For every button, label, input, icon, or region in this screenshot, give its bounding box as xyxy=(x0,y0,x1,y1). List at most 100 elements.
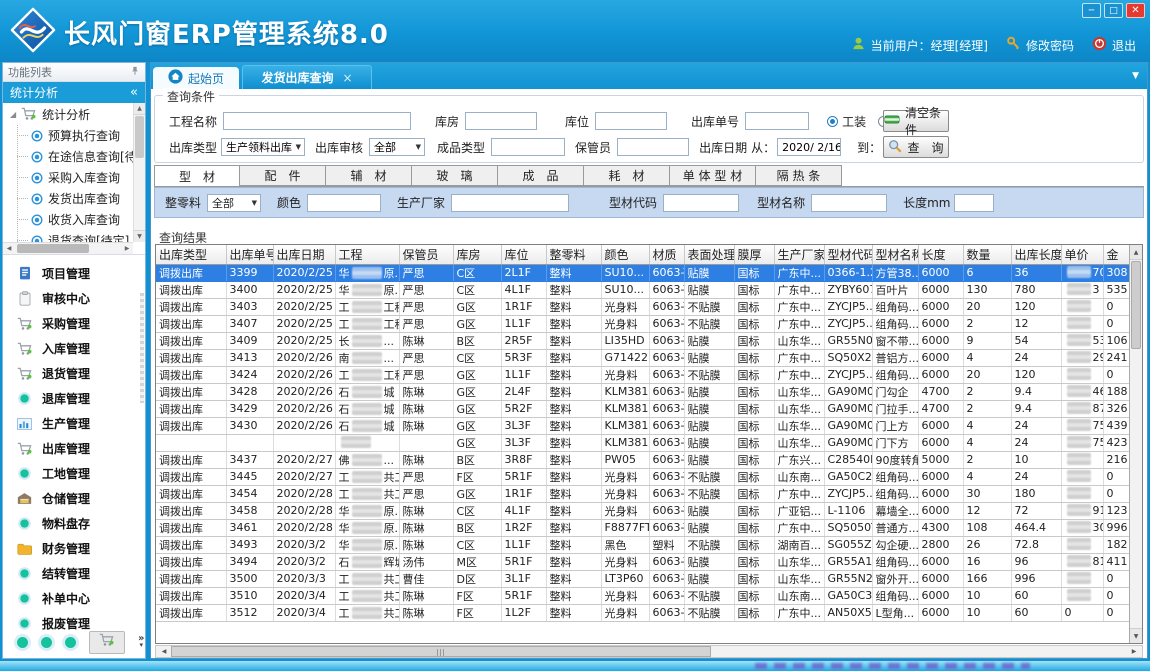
sidebar-menu-item[interactable]: 出库管理 xyxy=(3,436,145,461)
table-row[interactable]: 调拨出库34292020/2/26石城陈琳G区5R2F整料KLM38176063… xyxy=(156,400,1129,417)
sidebar-menu-item[interactable]: 物料盘存 xyxy=(3,511,145,536)
material-tab[interactable]: 耗 材 xyxy=(584,165,670,186)
out-type-select[interactable]: 生产领料出库▼ xyxy=(221,138,305,156)
column-header[interactable]: 金 xyxy=(1103,245,1129,264)
column-header[interactable]: 型材名称 xyxy=(872,245,918,264)
column-header[interactable]: 表面处理 xyxy=(684,245,734,264)
quick-dot-icon[interactable] xyxy=(65,637,76,648)
change-password-button[interactable]: 修改密码 xyxy=(1006,36,1074,54)
column-header[interactable]: 保管员 xyxy=(399,245,453,264)
date-from-select[interactable]: 2020/ 2/16▼ xyxy=(777,138,841,156)
table-row[interactable]: G区3L3F整料KLM38176063-T5贴膜国标山东华...GA90M09.… xyxy=(156,434,1129,451)
column-header[interactable]: 膜厚 xyxy=(734,245,774,264)
table-row[interactable]: 调拨出库34032020/2/25工工程严思G区1R1F整料光身料6063-T5… xyxy=(156,298,1129,315)
length-input[interactable] xyxy=(954,194,994,212)
table-row[interactable]: 调拨出库34132020/2/26南...严思C区5R3F整料G71422606… xyxy=(156,349,1129,366)
table-row[interactable]: 调拨出库34372020/2/27佛...陈琳B区3R8F整料PW056063-… xyxy=(156,451,1129,468)
scroll-left-icon[interactable]: ◀ xyxy=(3,245,15,252)
scroll-thumb[interactable] xyxy=(17,244,89,253)
column-header[interactable]: 材质 xyxy=(649,245,684,264)
column-header[interactable]: 生产厂家 xyxy=(774,245,824,264)
sidebar-menu-item[interactable]: 退货管理 xyxy=(3,361,145,386)
sidebar-menu-item[interactable]: 入库管理 xyxy=(3,336,145,361)
manufacturer-input[interactable] xyxy=(451,194,569,212)
table-row[interactable]: 调拨出库34072020/2/25工工程严思G区1L1F整料光身料6063-T5… xyxy=(156,315,1129,332)
audit-select[interactable]: 全部▼ xyxy=(369,138,425,156)
keeper-input[interactable] xyxy=(617,138,689,156)
section-header[interactable]: 统计分析 « xyxy=(3,82,145,103)
scroll-right-icon[interactable]: ▶ xyxy=(121,245,133,252)
radio-gongzhuang[interactable] xyxy=(827,116,838,127)
table-row[interactable]: 调拨出库34612020/2/28华原...陈琳B区1R2F整料F8877FT6… xyxy=(156,519,1129,536)
table-row[interactable]: 调拨出库34932020/3/2华原...陈琳C区1L1F整料黑色塑料不贴膜国标… xyxy=(156,536,1129,553)
warehouse-input[interactable] xyxy=(465,112,537,130)
material-tab[interactable]: 型 材 xyxy=(154,165,240,187)
column-header[interactable]: 库位 xyxy=(501,245,546,264)
column-header[interactable]: 工程 xyxy=(335,245,399,264)
sidebar-menu-item[interactable]: 退库管理 xyxy=(3,386,145,411)
column-header[interactable]: 数量 xyxy=(963,245,1011,264)
column-header[interactable]: 颜色 xyxy=(601,245,649,264)
tree-item[interactable]: 采购入库查询 xyxy=(3,167,145,188)
sidebar-menu-item[interactable]: 财务管理 xyxy=(3,536,145,561)
logout-button[interactable]: 退出 xyxy=(1092,36,1136,54)
grid-horizontal-scrollbar[interactable]: ◀ ▶ xyxy=(155,645,1143,658)
material-tab[interactable]: 配 件 xyxy=(240,165,326,186)
scroll-right-icon[interactable]: ▶ xyxy=(1127,646,1141,657)
table-row[interactable]: 调拨出库34282020/2/26石城陈琳G区2L4F整料KLM38176063… xyxy=(156,383,1129,400)
more-chevron[interactable]: »▾ xyxy=(138,635,144,649)
search-button[interactable]: 查 询 xyxy=(883,136,949,158)
material-tab[interactable]: 隔 热 条 xyxy=(756,165,842,186)
material-tab[interactable]: 单 体 型 材 xyxy=(670,165,756,186)
table-row[interactable]: 调拨出库34002020/2/25华原...严思C区4L1F整料SU10...6… xyxy=(156,281,1129,298)
scroll-thumb[interactable] xyxy=(135,116,144,158)
sidebar-menu-item[interactable]: 生产管理 xyxy=(3,411,145,436)
scroll-down-icon[interactable]: ▼ xyxy=(1130,628,1142,643)
table-row[interactable]: 调拨出库34302020/2/26石城陈琳G区3L3F整料KLM38176063… xyxy=(156,417,1129,434)
sidebar-menu-item[interactable]: 采购管理 xyxy=(3,311,145,336)
pin-icon[interactable] xyxy=(130,66,140,79)
grid-vertical-scrollbar[interactable]: ▲ ▼ xyxy=(1129,245,1142,643)
table-row[interactable]: 调拨出库34242020/2/26工工程严思G区1L1F整料光身料6063-T5… xyxy=(156,366,1129,383)
order-no-input[interactable] xyxy=(745,112,809,130)
tab-home[interactable]: 起始页 xyxy=(153,67,239,89)
column-header[interactable]: 出库日期 xyxy=(273,245,335,264)
material-tab[interactable]: 辅 材 xyxy=(326,165,412,186)
tree-expander-icon[interactable]: ◢ xyxy=(10,110,16,119)
sidebar-menu-item[interactable]: 工地管理 xyxy=(3,461,145,486)
tab-list-caret-icon[interactable]: ▼ xyxy=(1132,71,1139,81)
profile-name-input[interactable] xyxy=(811,194,887,212)
sidebar-menu-item[interactable]: 补单中心 xyxy=(3,586,145,611)
collapse-icon[interactable]: « xyxy=(130,86,138,99)
column-header[interactable]: 整零料 xyxy=(546,245,601,264)
table-row[interactable]: 调拨出库33992020/2/25华原...严思C区2L1F整料SU10...6… xyxy=(156,264,1129,281)
table-row[interactable]: 调拨出库34942020/3/2石辉城汤伟M区5R1F整料光身料6063-T5贴… xyxy=(156,553,1129,570)
tree-vertical-scrollbar[interactable]: ▲ ▼ xyxy=(133,103,145,242)
table-row[interactable]: 调拨出库35002020/3/3工共工程曹佳D区3L1F整料LT3P606063… xyxy=(156,570,1129,587)
column-header[interactable]: 库房 xyxy=(453,245,501,264)
sidebar-menu-item[interactable]: 审核中心 xyxy=(3,286,145,311)
close-button[interactable]: ✕ xyxy=(1126,3,1145,18)
tree-horizontal-scrollbar[interactable]: ◀ ▶ xyxy=(3,242,133,254)
column-header[interactable]: 型材代码 xyxy=(824,245,872,264)
sidebar-menu-item[interactable]: 项目管理 xyxy=(3,261,145,286)
clear-button[interactable]: 清空条件 xyxy=(883,110,949,132)
table-row[interactable]: 调拨出库35102020/3/4工共工程陈琳F区5R1F整料光身料6063-T5… xyxy=(156,587,1129,604)
table-row[interactable]: 调拨出库34542020/2/28工共工程严思G区1R1F整料光身料6063-T… xyxy=(156,485,1129,502)
sidebar-scrollbar[interactable] xyxy=(140,293,144,403)
tab-shipping-query[interactable]: 发货出库查询 × xyxy=(242,65,372,89)
column-header[interactable]: 出库长度 xyxy=(1011,245,1061,264)
scroll-thumb[interactable] xyxy=(1131,261,1141,349)
quick-cart-button[interactable] xyxy=(89,631,125,654)
table-row[interactable]: 调拨出库34452020/2/27工共工程严思F区5R1F整料光身料6063-T… xyxy=(156,468,1129,485)
table-row[interactable]: 调拨出库34092020/2/25长...陈琳B区2R5F整料LI35HD606… xyxy=(156,332,1129,349)
profile-code-input[interactable] xyxy=(663,194,739,212)
quick-dot-icon[interactable] xyxy=(17,637,28,648)
column-header[interactable]: 单价 xyxy=(1061,245,1103,264)
scroll-up-icon[interactable]: ▲ xyxy=(1130,245,1142,260)
column-header[interactable]: 出库类型 xyxy=(156,245,226,264)
scroll-left-icon[interactable]: ◀ xyxy=(157,646,171,657)
product-type-input[interactable] xyxy=(491,138,565,156)
color-input[interactable] xyxy=(307,194,381,212)
column-header[interactable]: 出库单号 xyxy=(226,245,273,264)
